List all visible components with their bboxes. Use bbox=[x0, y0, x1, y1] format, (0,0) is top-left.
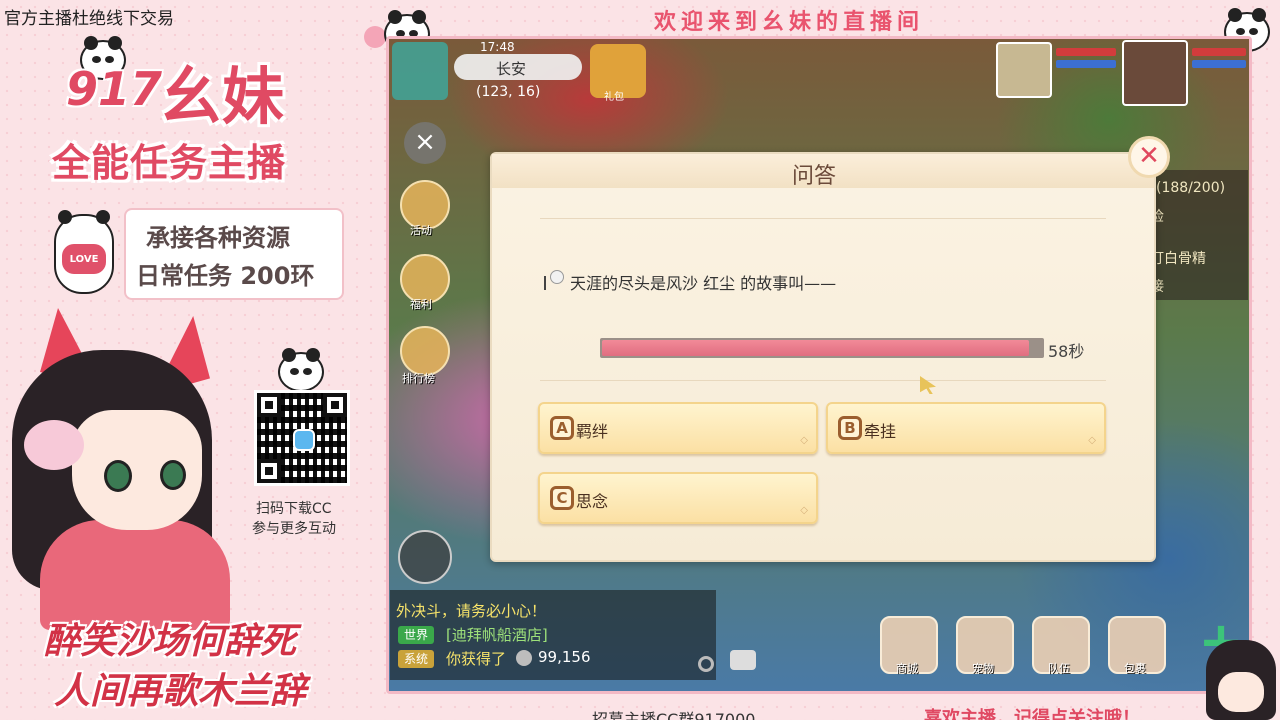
divider bbox=[540, 218, 1106, 219]
settings-icon[interactable] bbox=[698, 656, 714, 672]
close-icon[interactable]: × bbox=[404, 122, 446, 164]
brand-name: 幺妹 bbox=[160, 60, 285, 133]
quiz-question: 天涯的尽头是风沙 红尘 的故事叫—— bbox=[570, 274, 837, 293]
slogan-line-2: 人间再歌木兰辞 bbox=[54, 671, 307, 712]
hud-location: 长安 bbox=[496, 60, 527, 78]
hud-time: 17:48 bbox=[480, 40, 515, 54]
qr-caption-2: 参与更多互动 bbox=[252, 521, 336, 537]
bottom-menu-label: 宠物 bbox=[972, 662, 994, 675]
option-letter-icon: A bbox=[550, 416, 574, 440]
qr-caption-1: 扫码下载CC bbox=[256, 501, 332, 517]
welcome-banner: 欢迎来到幺妹的直播间 bbox=[654, 10, 925, 35]
timer-label: 58秒 bbox=[1048, 342, 1085, 361]
brand-number: 917 bbox=[66, 62, 163, 116]
follow-text: 喜欢主播，记得点关注哦！ bbox=[924, 708, 1140, 720]
pet-avatar[interactable] bbox=[996, 42, 1052, 98]
coin-icon bbox=[516, 650, 532, 666]
ranking-button[interactable] bbox=[400, 326, 450, 376]
service-line-1: 承接各种资源 bbox=[146, 224, 290, 252]
quest-progress: (188/200) bbox=[1156, 180, 1226, 196]
pet-hp-bar bbox=[1056, 48, 1116, 56]
corner-character-face bbox=[1218, 672, 1264, 712]
player-avatar[interactable] bbox=[1122, 40, 1188, 106]
bottom-menu-label: 队伍 bbox=[1048, 662, 1070, 675]
flower-icon bbox=[364, 26, 386, 48]
chat-channel-tag: 世界 bbox=[398, 626, 435, 644]
qr-finder bbox=[257, 459, 281, 483]
recruit-text: 招募主播CC群917000 bbox=[592, 710, 756, 720]
quiz-option-c[interactable]: C 思念 ◇ bbox=[538, 472, 818, 524]
hud-coordinates: (123, 16) bbox=[476, 84, 541, 100]
qr-code bbox=[254, 390, 350, 486]
bottom-menu-label: 包裹 bbox=[1124, 662, 1146, 675]
bottom-menu-label: 商城 bbox=[896, 662, 918, 675]
panda-icon bbox=[278, 348, 324, 392]
cc-logo-icon bbox=[293, 429, 315, 451]
quiz-option-a[interactable]: A 羁绊 ◇ bbox=[538, 402, 818, 454]
quiz-title: 问答 bbox=[792, 164, 837, 189]
corner-ornament: ◇ bbox=[1088, 435, 1096, 446]
chat-amount: 99,156 bbox=[538, 648, 591, 666]
quest-text: 打白骨精 bbox=[1150, 251, 1206, 267]
gift-label: 礼包 bbox=[604, 92, 624, 103]
option-letter-icon: C bbox=[550, 486, 574, 510]
love-heart-icon: LOVE bbox=[62, 244, 106, 274]
chat-line: 外决斗，请务必小心！ bbox=[396, 602, 547, 620]
chat-line: 你获得了 bbox=[446, 650, 507, 668]
quiz-option-b[interactable]: B 牵挂 ◇ bbox=[826, 402, 1106, 454]
option-text: 思念 bbox=[576, 492, 609, 511]
side-button-label: 活动 bbox=[410, 224, 432, 237]
timer-fill bbox=[602, 340, 1029, 356]
anchor-notice: 官方主播杜绝线下交易 bbox=[4, 9, 174, 29]
side-button-label: 排行榜 bbox=[402, 372, 435, 385]
camera-icon[interactable] bbox=[730, 650, 756, 670]
chat-line: [迪拜帆船酒店] bbox=[446, 626, 548, 644]
side-button-label: 福利 bbox=[410, 298, 432, 311]
corner-ornament: ◇ bbox=[800, 505, 808, 516]
player-hp-bar bbox=[1192, 48, 1246, 56]
chat-channel-tag: 系统 bbox=[398, 650, 435, 668]
character-flower bbox=[24, 420, 84, 470]
pet-mp-bar bbox=[1056, 60, 1116, 68]
character-eye bbox=[104, 460, 132, 492]
qr-finder bbox=[257, 393, 281, 417]
character-eye bbox=[160, 460, 186, 490]
hud-menu-button[interactable] bbox=[392, 42, 448, 100]
corner-ornament: ◇ bbox=[800, 435, 808, 446]
divider bbox=[540, 380, 1106, 381]
close-icon[interactable]: ✕ bbox=[1128, 136, 1170, 178]
service-line-2: 日常任务 200环 bbox=[136, 262, 315, 290]
option-text: 牵挂 bbox=[864, 422, 897, 441]
question-marker-icon bbox=[538, 268, 566, 290]
qr-finder bbox=[323, 393, 347, 417]
slogan-line-1: 醉笑沙场何辞死 bbox=[44, 621, 297, 662]
option-letter-icon: B bbox=[838, 416, 862, 440]
chat-bubble-icon[interactable] bbox=[398, 530, 452, 584]
player-mp-bar bbox=[1192, 60, 1246, 68]
brand-tagline: 全能任务主播 bbox=[52, 141, 287, 185]
option-text: 羁绊 bbox=[576, 422, 609, 441]
